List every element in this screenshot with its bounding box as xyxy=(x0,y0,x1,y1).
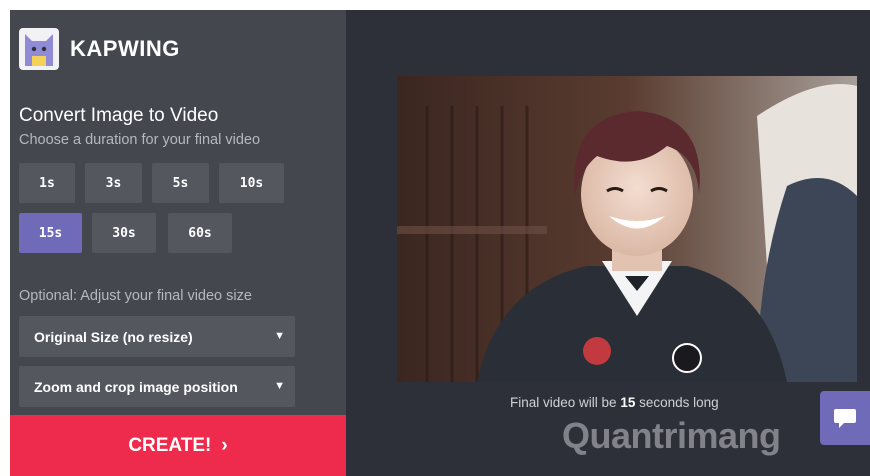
video-size-select[interactable]: Original Size (no resize) ▼ xyxy=(19,316,295,357)
video-size-select-value: Original Size (no resize) xyxy=(34,328,193,345)
caption-suffix: seconds long xyxy=(639,395,719,410)
chat-button[interactable] xyxy=(820,391,870,445)
image-position-select-value: Zoom and crop image position xyxy=(34,378,238,395)
caption-duration-value: 15 xyxy=(620,395,636,410)
duration-option-3s[interactable]: 3s xyxy=(85,163,142,203)
size-option-label: Optional: Adjust your final video size xyxy=(19,288,252,304)
chat-bubble-icon xyxy=(834,409,856,428)
app-window: KAPWING Convert Image to Video Choose a … xyxy=(10,10,870,476)
duration-option-60s[interactable]: 60s xyxy=(168,213,232,253)
brand-name: KAPWING xyxy=(70,36,180,61)
caption-prefix: Final video will be xyxy=(510,395,617,410)
page-title: Convert Image to Video xyxy=(19,105,219,126)
duration-option-15s[interactable]: 15s xyxy=(19,213,82,253)
image-position-select[interactable]: Zoom and crop image position ▼ xyxy=(19,366,295,407)
create-button[interactable]: CREATE! › xyxy=(10,415,346,476)
chevron-right-icon: › xyxy=(221,434,228,456)
watermark: Quantrimang xyxy=(562,415,781,456)
triangle-down-icon: ▼ xyxy=(274,330,285,342)
duration-option-5s[interactable]: 5s xyxy=(152,163,209,203)
triangle-down-icon: ▼ xyxy=(274,380,285,392)
create-button-label: CREATE! xyxy=(128,434,212,456)
duration-option-10s[interactable]: 10s xyxy=(219,163,284,203)
preview-image xyxy=(397,76,857,382)
sidebar-panel: KAPWING Convert Image to Video Choose a … xyxy=(10,10,346,476)
duration-caption: Final video will be 15 seconds long xyxy=(510,395,719,410)
kapwing-logo-icon xyxy=(19,28,59,70)
duration-option-1s[interactable]: 1s xyxy=(19,163,75,203)
duration-option-30s[interactable]: 30s xyxy=(92,213,156,253)
duration-instructions: Choose a duration for your final video xyxy=(19,132,261,148)
